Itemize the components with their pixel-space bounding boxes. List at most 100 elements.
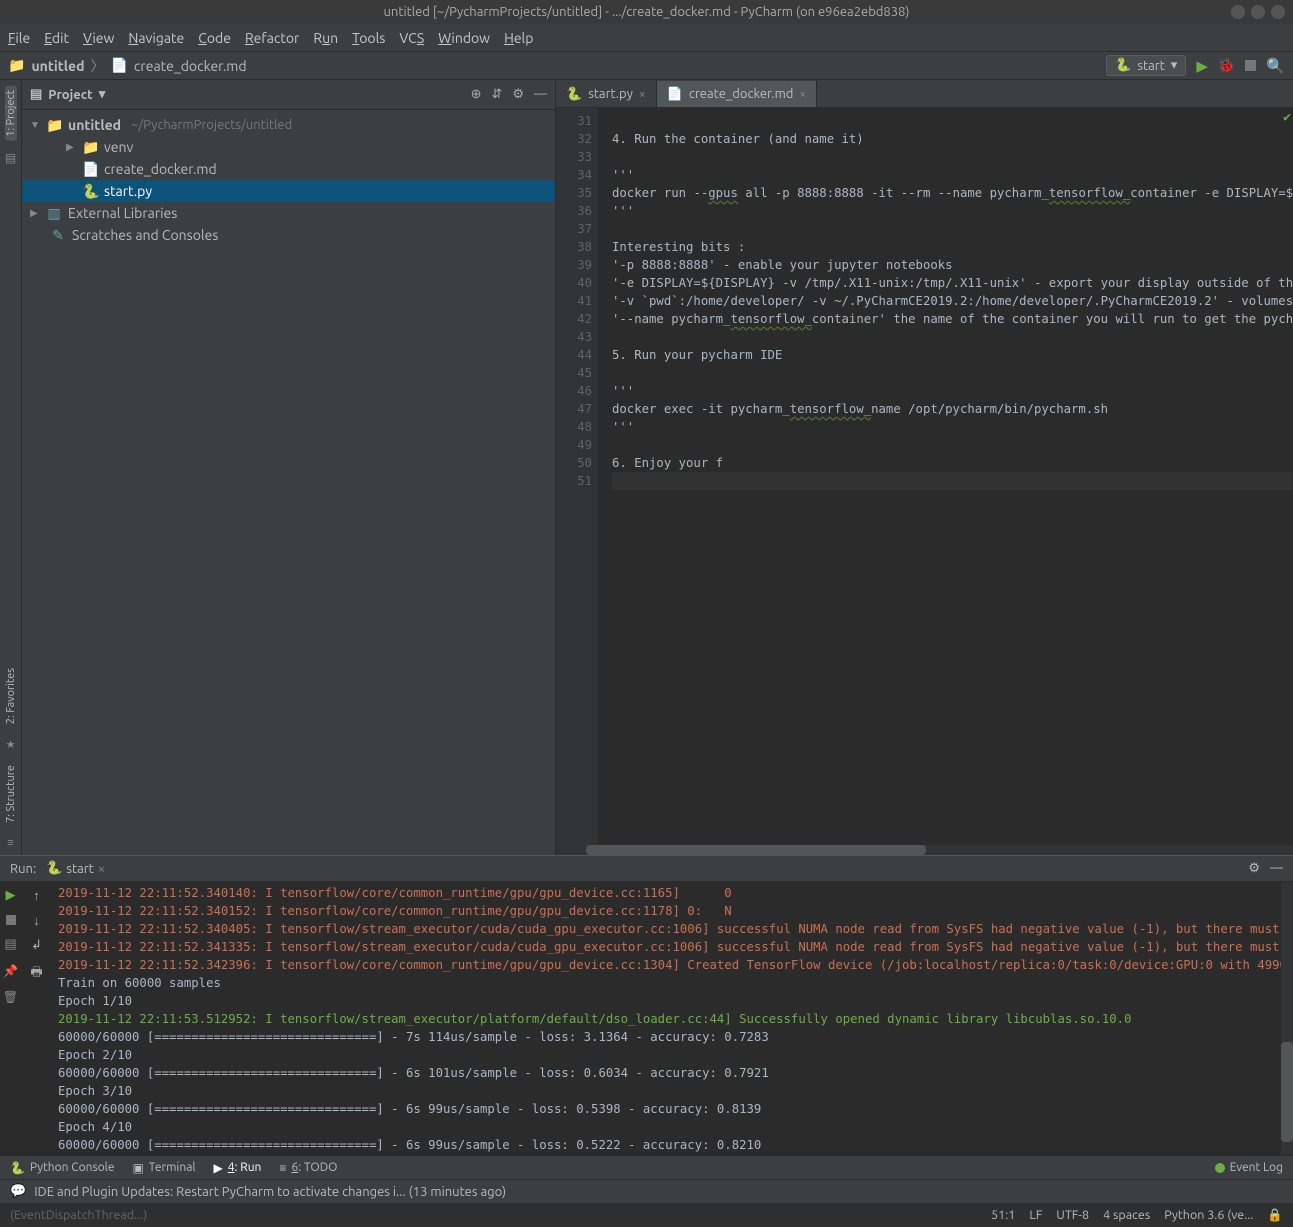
tree-extlibs[interactable]: ▶ ▥ External Libraries <box>22 202 555 224</box>
indent[interactable]: 4 spaces <box>1103 1208 1150 1222</box>
menu-vcs[interactable]: VCS <box>399 30 424 46</box>
line-sep[interactable]: LF <box>1029 1208 1042 1222</box>
wrap-icon[interactable]: ↲ <box>31 938 42 953</box>
run-config-selector[interactable]: 🐍 start ▾ <box>1106 55 1186 76</box>
tree-root[interactable]: ▼ 📁 untitled ~/PycharmProjects/untitled <box>22 114 555 136</box>
editor-area: 🐍start.py×📄create_docker.md× ✔ 313233343… <box>556 80 1293 855</box>
stop-button[interactable] <box>6 915 16 925</box>
minimize-icon[interactable] <box>1231 5 1245 19</box>
tool-tab-favorites[interactable]: 2: Favorites <box>5 664 17 728</box>
tree-item-py[interactable]: 🐍 start.py <box>22 180 555 202</box>
tree-item-label: Scratches and Consoles <box>72 227 218 243</box>
window-titlebar: untitled [~/PycharmProjects/untitled] - … <box>0 0 1293 24</box>
project-icon: ▤ <box>30 87 42 102</box>
maximize-icon[interactable] <box>1251 5 1265 19</box>
tab-python-console[interactable]: 🐍 Python Console <box>10 1161 114 1175</box>
folder-icon: 📁 <box>82 139 98 156</box>
menu-code[interactable]: Code <box>198 30 231 46</box>
tree-item-label: create_docker.md <box>104 161 217 177</box>
pin-icon[interactable]: 📌 <box>3 964 18 978</box>
close-icon[interactable] <box>1271 5 1285 19</box>
lock-icon[interactable]: 🔒 <box>1267 1208 1283 1223</box>
gear-icon[interactable]: ⚙ <box>512 87 524 102</box>
crumb-file[interactable]: create_docker.md <box>134 58 247 74</box>
chevron-down-icon[interactable]: ▾ <box>99 87 106 102</box>
caret-position[interactable]: 51:1 <box>991 1208 1015 1222</box>
menu-window[interactable]: Window <box>438 30 490 46</box>
tool-tab-structure[interactable]: 7: Structure <box>5 761 17 827</box>
tool-tab-project[interactable]: 1: Project <box>5 86 17 141</box>
chevron-down-icon: ▾ <box>1171 58 1178 73</box>
menu-edit[interactable]: Edit <box>44 30 69 46</box>
down-icon[interactable]: ↓ <box>33 913 40 928</box>
console-vscroll[interactable] <box>1281 882 1293 1155</box>
up-icon[interactable]: ↑ <box>33 888 40 903</box>
target-icon[interactable]: ⊕ <box>471 87 482 102</box>
menu-run[interactable]: Run <box>313 30 338 46</box>
editor-body[interactable]: ✔ 31323334353637383940414243444546474849… <box>556 108 1293 845</box>
debug-button[interactable]: 🐞 <box>1218 57 1235 74</box>
menu-refactor[interactable]: Refactor <box>245 30 299 46</box>
project-panel: ▤ Project ▾ ⊕ ⇵ ⚙ — ▼ 📁 untitled ~/Pycha… <box>22 80 556 855</box>
status-dot-icon <box>1215 1163 1225 1173</box>
tab-eventlog[interactable]: Event Log <box>1215 1161 1283 1174</box>
run-toolbar-primary: ▶ ▤ 📌 🗑 <box>0 882 22 1155</box>
tree-item-venv[interactable]: ▶ 📁 venv <box>22 136 555 158</box>
menu-help[interactable]: Help <box>504 30 533 46</box>
folder-icon[interactable]: ▤ <box>5 151 16 165</box>
editor-tab[interactable]: 📄create_docker.md× <box>657 81 818 107</box>
rerun-button[interactable]: ▶ <box>6 888 16 903</box>
tree-item-label: start.py <box>104 183 152 199</box>
run-tab[interactable]: 🐍 start × <box>46 861 105 876</box>
run-tab-label: start <box>66 862 93 876</box>
tab-run[interactable]: ▶ 4: Run <box>214 1161 262 1175</box>
code-area[interactable]: 4. Run the container (and name it) '''do… <box>598 108 1293 845</box>
menu-view[interactable]: View <box>83 30 114 46</box>
console-output[interactable]: 2019-11-12 22:11:52.340140: I tensorflow… <box>52 882 1281 1155</box>
gear-icon[interactable]: ⚙ <box>1248 861 1260 876</box>
hide-icon[interactable]: — <box>1270 861 1283 876</box>
python-icon: 🐍 <box>46 861 62 876</box>
play-icon: ▶ <box>214 1161 223 1175</box>
line-gutter: 3132333435363738394041424344454647484950… <box>556 108 598 845</box>
print-icon[interactable]: 🖶 <box>30 963 42 985</box>
editor-hscroll[interactable] <box>556 845 1293 855</box>
tab-label: Terminal <box>149 1161 196 1174</box>
menu-file[interactable]: File <box>8 30 30 46</box>
close-icon[interactable]: × <box>98 862 105 876</box>
terminal-icon: ▣ <box>132 1161 143 1175</box>
tree-item-md[interactable]: 📄 create_docker.md <box>22 158 555 180</box>
tree-item-label: External Libraries <box>68 205 177 221</box>
nav-bar: 📁 untitled 〉 📄 create_docker.md 🐍 start … <box>0 52 1293 80</box>
layout-icon[interactable]: ▤ <box>4 937 16 952</box>
python-icon: 🐍 <box>1115 58 1131 73</box>
todo-icon: ≡ <box>279 1161 286 1175</box>
tab-label: create_docker.md <box>689 87 794 101</box>
scratch-icon: ✎ <box>50 227 66 244</box>
tab-todo[interactable]: ≡ 6: TODO <box>279 1161 337 1175</box>
menu-tools[interactable]: Tools <box>352 30 385 46</box>
menu-navigate[interactable]: Navigate <box>128 30 184 46</box>
trash-icon[interactable]: 🗑 <box>3 990 18 1004</box>
project-title: Project <box>48 88 92 102</box>
encoding[interactable]: UTF-8 <box>1056 1208 1089 1222</box>
hide-icon[interactable]: — <box>534 87 547 102</box>
window-title: untitled [~/PycharmProjects/untitled] - … <box>383 5 909 19</box>
run-config-label: start <box>1137 59 1164 73</box>
crumb-root[interactable]: untitled <box>31 58 84 74</box>
close-icon[interactable]: × <box>639 88 646 101</box>
status-bar: (EventDispatchThread...) 51:1 LF UTF-8 4… <box>0 1203 1293 1227</box>
run-button[interactable]: ▶ <box>1196 57 1208 75</box>
search-icon[interactable]: 🔍 <box>1266 57 1285 75</box>
tab-terminal[interactable]: ▣ Terminal <box>132 1161 195 1175</box>
tab-label: Event Log <box>1230 1161 1283 1174</box>
editor-tab[interactable]: 🐍start.py× <box>556 81 657 107</box>
collapse-icon[interactable]: ⇵ <box>491 87 502 102</box>
tree-scratches[interactable]: ✎ Scratches and Consoles <box>22 224 555 246</box>
bottom-tabs: 🐍 Python Console ▣ Terminal ▶ 4: Run ≡ 6… <box>0 1155 1293 1179</box>
stop-button[interactable] <box>1245 60 1256 71</box>
status-message[interactable]: IDE and Plugin Updates: Restart PyCharm … <box>34 1185 506 1199</box>
close-icon[interactable]: × <box>799 88 806 101</box>
tree-item-label: venv <box>104 139 133 155</box>
python-interpreter[interactable]: Python 3.6 (ve... <box>1164 1208 1253 1222</box>
